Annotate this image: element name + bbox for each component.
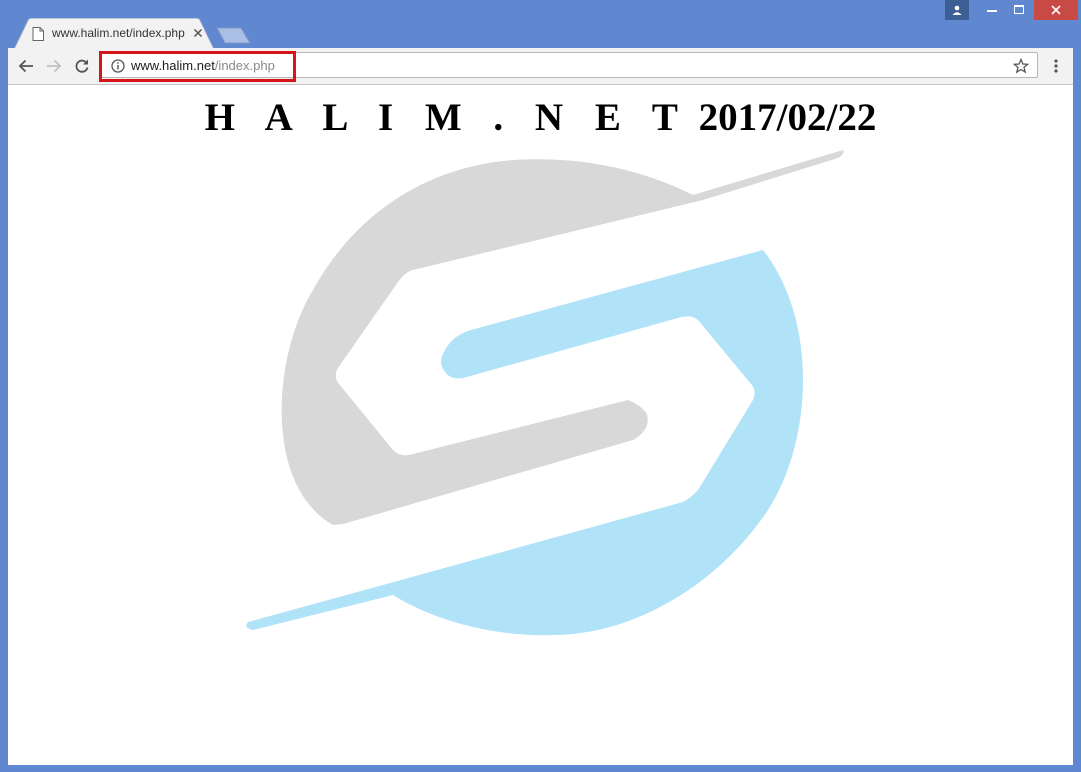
tab-close-icon[interactable] bbox=[192, 27, 204, 39]
minimize-icon bbox=[987, 10, 997, 12]
tab-title: www.halim.net/index.php bbox=[52, 26, 185, 40]
halim-logo-icon bbox=[246, 150, 844, 636]
menu-button[interactable] bbox=[1048, 56, 1064, 76]
page-icon bbox=[32, 27, 44, 41]
back-arrow-icon bbox=[18, 59, 33, 73]
page-title: H A L I M . N E T 2017/02/22 bbox=[8, 95, 1073, 140]
new-tab-button[interactable] bbox=[216, 27, 252, 44]
minimize-button[interactable] bbox=[980, 0, 1004, 20]
star-icon[interactable] bbox=[1013, 58, 1029, 74]
close-button[interactable] bbox=[1034, 0, 1078, 20]
date-text: 2017/02/22 bbox=[698, 96, 877, 139]
back-button[interactable] bbox=[16, 56, 36, 76]
reload-icon bbox=[75, 59, 89, 73]
url-highlight-box bbox=[99, 51, 296, 82]
close-icon bbox=[1051, 5, 1061, 15]
browser-window: www.halim.net/index.php www.halim.net/in… bbox=[0, 0, 1081, 772]
maximize-icon bbox=[1014, 5, 1024, 14]
forward-button[interactable] bbox=[44, 56, 64, 76]
menu-dots-icon bbox=[1054, 59, 1058, 73]
page-content: H A L I M . N E T 2017/02/22 bbox=[8, 85, 1073, 765]
reload-button[interactable] bbox=[72, 56, 92, 76]
profile-button[interactable] bbox=[945, 0, 969, 20]
tab-active[interactable]: www.halim.net/index.php bbox=[14, 18, 214, 49]
maximize-button[interactable] bbox=[1007, 0, 1031, 20]
forward-arrow-icon bbox=[47, 59, 62, 73]
profile-icon bbox=[952, 5, 962, 15]
brand-text: H A L I M . N E T bbox=[204, 96, 689, 139]
